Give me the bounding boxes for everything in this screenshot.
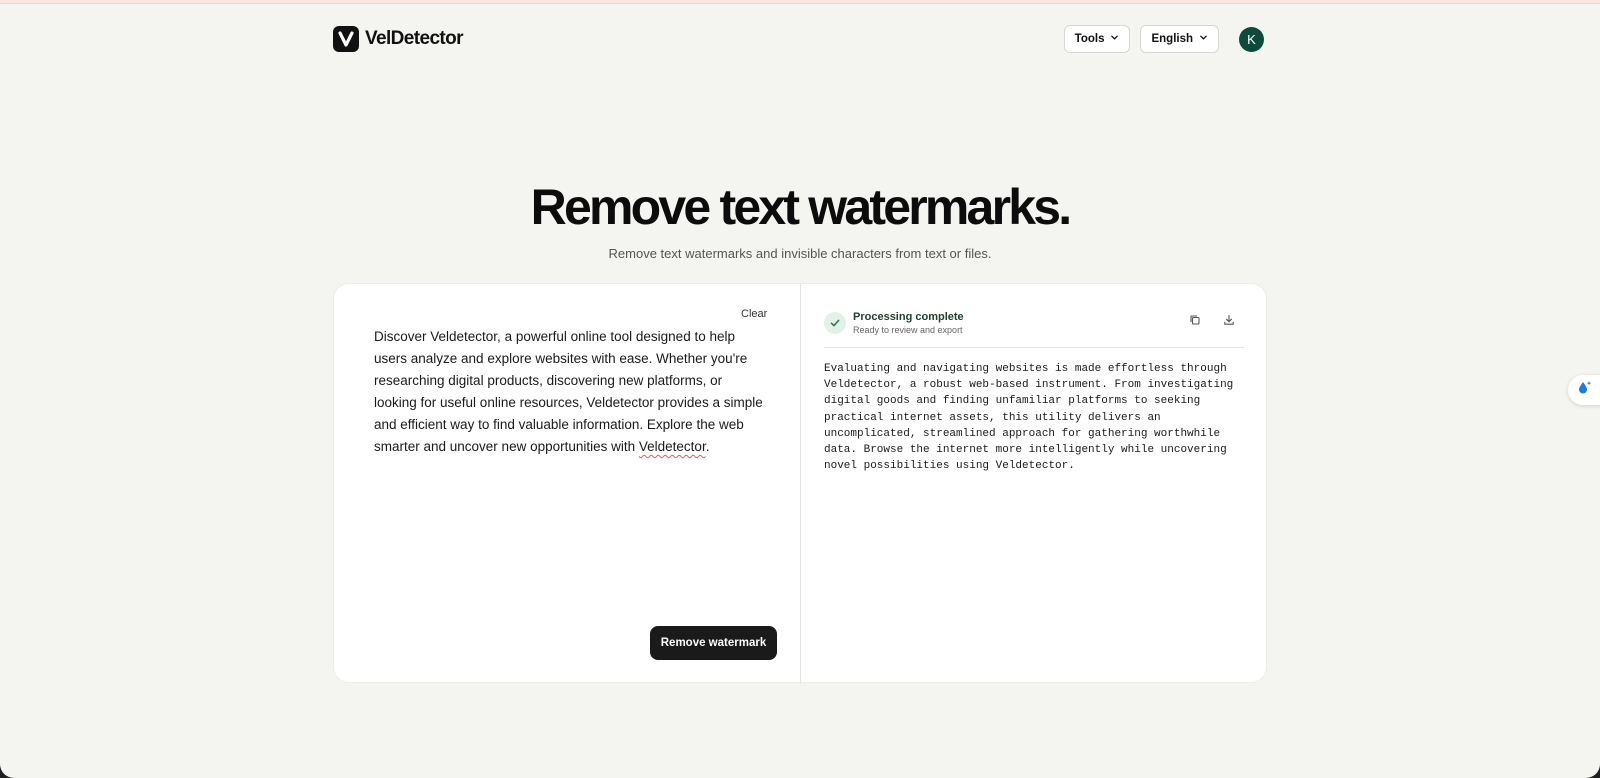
- copy-button[interactable]: [1184, 311, 1206, 333]
- page-subtitle: Remove text watermarks and invisible cha…: [608, 246, 992, 261]
- side-widget-button[interactable]: [1568, 375, 1600, 405]
- chevron-down-icon: [1110, 33, 1119, 45]
- download-button[interactable]: [1218, 311, 1240, 333]
- language-dropdown[interactable]: English: [1140, 25, 1219, 53]
- input-text-flagged-word: Veldetector: [638, 439, 706, 454]
- top-accent-line: [0, 0, 1600, 4]
- remove-watermark-button[interactable]: Remove watermark: [650, 626, 777, 660]
- brand-name: VelDetector: [365, 28, 464, 49]
- copy-icon: [1189, 313, 1201, 331]
- download-icon: [1223, 313, 1235, 331]
- output-text: Evaluating and navigating websites is ma…: [824, 363, 1234, 473]
- status-title: Processing complete: [853, 311, 964, 323]
- watermark-tool-card: Clear Discover Veldetector, a powerful o…: [333, 283, 1267, 684]
- app-viewport: VelDetector Tools English K Remove text …: [0, 0, 1600, 778]
- droplet-sparkle-icon: [1576, 379, 1594, 402]
- check-icon: [824, 312, 846, 334]
- clear-button[interactable]: Clear: [741, 308, 767, 320]
- language-dropdown-label: English: [1151, 33, 1193, 45]
- chevron-down-icon: [1199, 33, 1208, 45]
- page-title: Remove text watermarks.: [530, 179, 1072, 235]
- input-text-end: .: [705, 439, 710, 454]
- top-nav: Tools English K: [1063, 25, 1264, 53]
- panel-divider: [800, 284, 801, 684]
- v-logo-icon: [333, 26, 359, 52]
- tools-dropdown-label: Tools: [1074, 33, 1105, 45]
- user-avatar[interactable]: K: [1239, 26, 1264, 52]
- status-subtitle: Ready to review and export: [853, 325, 963, 335]
- tools-dropdown[interactable]: Tools: [1063, 25, 1131, 53]
- input-text-body: Discover Veldetector, a powerful online …: [374, 329, 763, 454]
- output-header-divider: [824, 347, 1244, 348]
- brand-logo[interactable]: VelDetector: [333, 26, 464, 52]
- input-text-area[interactable]: Discover Veldetector, a powerful online …: [374, 326, 766, 458]
